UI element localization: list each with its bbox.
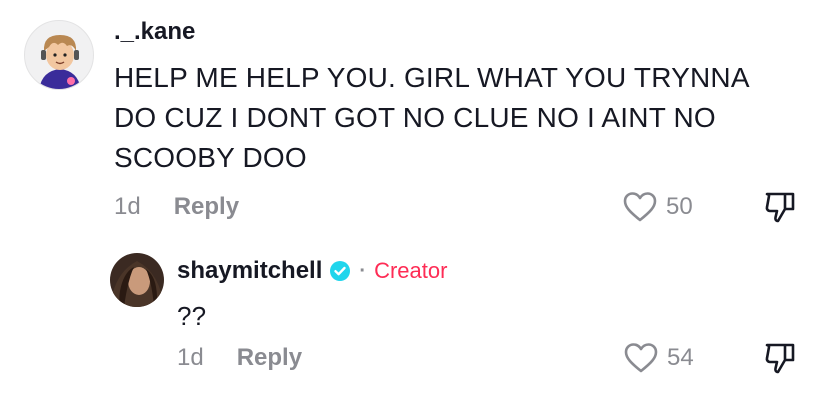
avatar-photo-icon bbox=[110, 253, 164, 307]
avatar[interactable] bbox=[110, 253, 164, 307]
comment-meta: 1d Reply bbox=[177, 344, 302, 372]
comment-username[interactable]: ._.kane bbox=[114, 18, 195, 46]
thumbs-down-icon bbox=[765, 192, 795, 223]
username-text[interactable]: shaymitchell bbox=[177, 257, 322, 285]
reply-button[interactable]: Reply bbox=[237, 344, 302, 372]
comment-time: 1d bbox=[177, 344, 204, 371]
like-button[interactable]: 54 bbox=[623, 342, 694, 374]
avatar[interactable] bbox=[24, 20, 94, 90]
comment-text: ?? bbox=[177, 301, 207, 331]
comment-username[interactable]: shaymitchell · Creator bbox=[177, 257, 447, 285]
comment: ._.kane HELP ME HELP YOU. GIRL WHAT YOU … bbox=[0, 0, 827, 240]
dislike-button[interactable] bbox=[762, 189, 798, 230]
like-button[interactable]: 50 bbox=[622, 191, 693, 223]
heart-outline-icon bbox=[623, 192, 657, 222]
separator-dot: · bbox=[359, 259, 367, 282]
creator-badge: Creator bbox=[374, 258, 448, 283]
comment-time: 1d bbox=[114, 193, 141, 220]
avatar-cartoon-icon bbox=[39, 35, 81, 89]
comment-text: HELP ME HELP YOU. GIRL WHAT YOU TRYNNA D… bbox=[114, 62, 749, 173]
comment-meta: 1d Reply bbox=[114, 193, 239, 221]
heart-outline-icon bbox=[624, 343, 658, 373]
comment-reply: shaymitchell · Creator ?? 1d Reply 54 bbox=[0, 240, 827, 393]
reply-button[interactable]: Reply bbox=[174, 193, 239, 221]
verified-check-icon bbox=[330, 261, 351, 281]
like-count: 54 bbox=[667, 344, 694, 371]
like-count: 50 bbox=[666, 193, 693, 220]
dislike-button[interactable] bbox=[762, 340, 798, 381]
thumbs-down-icon bbox=[765, 343, 795, 374]
